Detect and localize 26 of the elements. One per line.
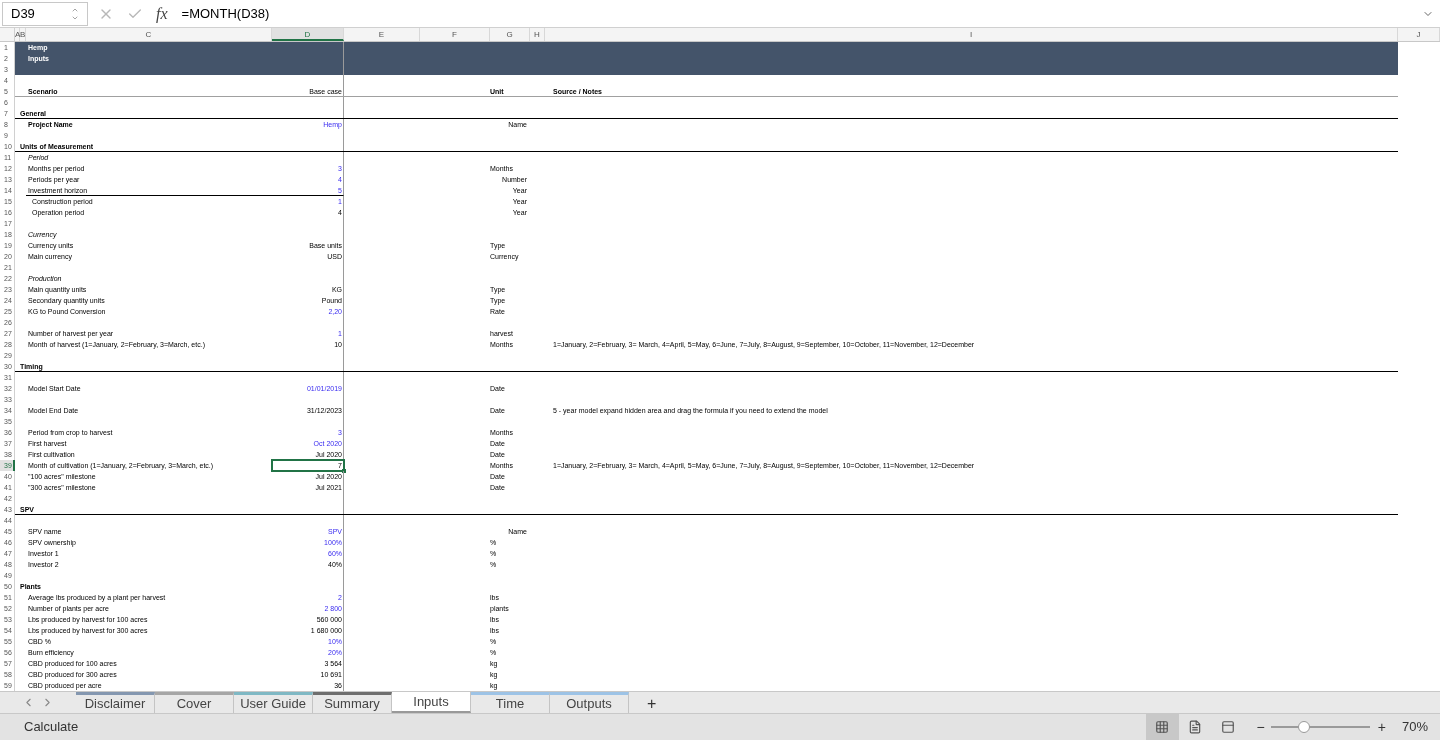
column-header[interactable]: D: [272, 28, 344, 41]
fill-handle[interactable]: [342, 469, 346, 473]
slider-thumb[interactable]: [1298, 721, 1311, 733]
formula-field[interactable]: =MONTH(D38): [181, 3, 1422, 24]
column-header[interactable]: I: [545, 28, 1398, 41]
page-icon: [1188, 720, 1203, 734]
column-header[interactable]: J: [1398, 28, 1440, 41]
zoom-in-button[interactable]: +: [1377, 716, 1386, 738]
sheet-tab[interactable]: Inputs: [392, 692, 471, 713]
zoom-percentage: 70%: [1401, 718, 1428, 737]
status-text: Calculate: [24, 718, 79, 737]
page-break-icon: [1221, 720, 1236, 734]
active-cell[interactable]: [271, 459, 345, 472]
name-box[interactable]: D39: [2, 1, 88, 26]
zoom-out-button[interactable]: −: [1256, 716, 1265, 738]
grid-view-icon: [1155, 720, 1170, 734]
add-sheet-button[interactable]: +: [641, 692, 663, 713]
function-button[interactable]: fx: [156, 1, 168, 26]
column-header[interactable]: A: [15, 28, 20, 41]
view-button[interactable]: [1145, 714, 1179, 740]
column-header[interactable]: E: [344, 28, 420, 41]
zoom-slider[interactable]: [1270, 721, 1370, 733]
column-header[interactable]: H: [530, 28, 545, 41]
column-header[interactable]: B: [20, 28, 26, 41]
column-header[interactable]: F: [420, 28, 490, 41]
column-header[interactable]: G: [490, 28, 530, 41]
